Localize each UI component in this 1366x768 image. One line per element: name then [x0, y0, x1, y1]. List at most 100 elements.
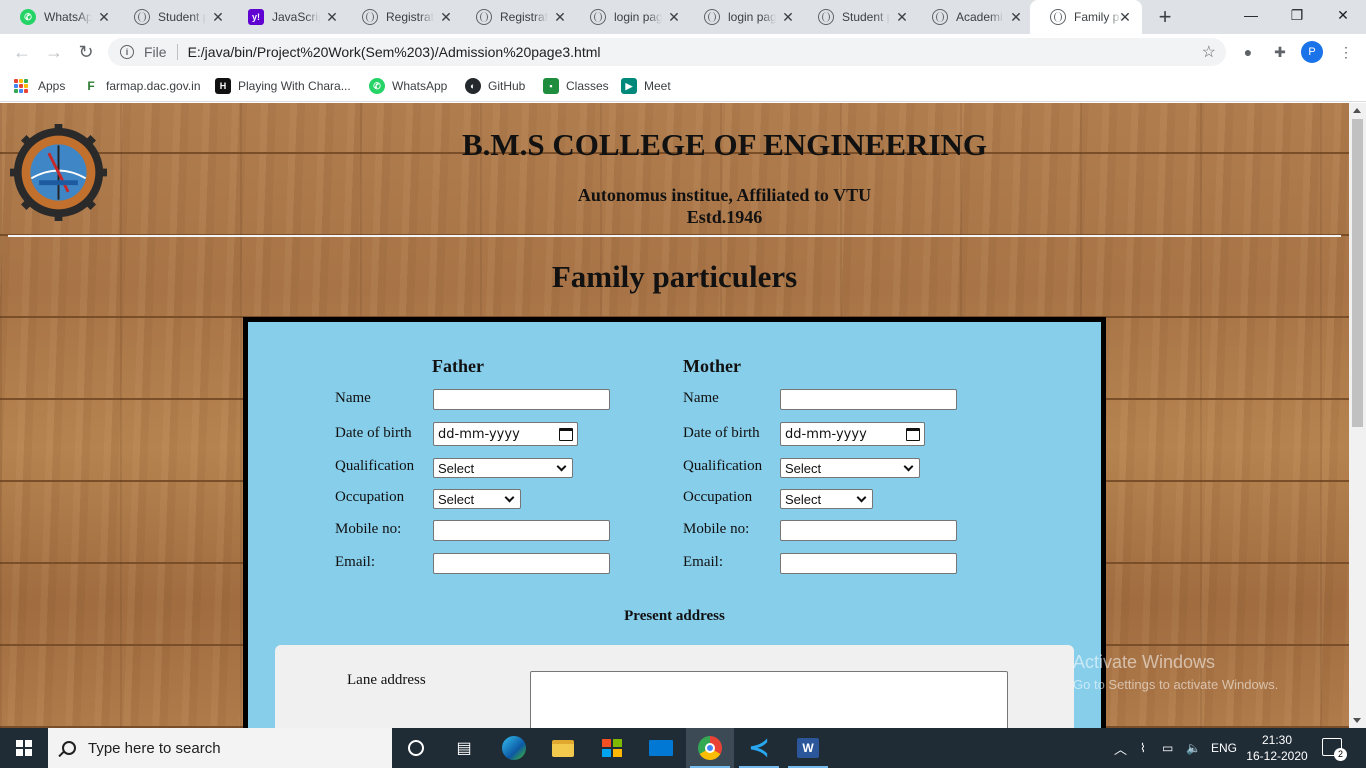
father-occupation-select[interactable]: Select — [433, 489, 521, 509]
battery-icon[interactable]: ▭ — [1162, 728, 1173, 768]
scrollbar-thumb[interactable] — [1352, 119, 1363, 427]
edge-icon — [502, 736, 526, 760]
tab-academic[interactable]: Academi ✕ — [912, 0, 1033, 34]
info-icon[interactable]: i — [120, 45, 134, 59]
close-icon[interactable]: ✕ — [325, 10, 339, 24]
cortana-button[interactable] — [392, 728, 440, 768]
whatsapp-icon: ✆ — [20, 9, 36, 25]
globe-icon — [476, 9, 492, 25]
chrome-app[interactable] — [686, 728, 734, 768]
network-icon[interactable]: ⌇ — [1140, 728, 1146, 768]
whatsapp-icon: ✆ — [369, 78, 385, 94]
close-icon[interactable]: ✕ — [553, 10, 567, 24]
calendar-icon[interactable] — [559, 427, 573, 441]
tab-whatsapp[interactable]: ✆ WhatsApp ✕ — [0, 0, 121, 34]
father-heading: Father — [432, 356, 484, 376]
bookmark-label: Playing With Chara... — [238, 79, 351, 93]
lane-address-textarea[interactable] — [530, 671, 1008, 728]
close-icon[interactable]: ✕ — [97, 10, 111, 24]
father-dob-label: Date of birth — [335, 425, 412, 441]
mother-dob-input[interactable]: dd-mm-yyyy — [780, 422, 925, 446]
bookmark-whatsapp[interactable]: ✆ WhatsApp — [369, 77, 447, 95]
vscode-app[interactable]: ≺ — [735, 728, 783, 768]
clock-time: 21:30 — [1261, 733, 1293, 747]
bookmark-hackerrank[interactable]: H Playing With Chara... — [215, 77, 351, 95]
father-mobile-input[interactable] — [433, 520, 610, 541]
forward-arrow-icon[interactable]: → — [42, 40, 66, 64]
college-tagline: Autonomus institue, Affiliated to VTU — [577, 185, 872, 205]
url-text[interactable]: E:/java/bin/Project%20Work(Sem%203)/Admi… — [188, 44, 601, 60]
reload-icon[interactable]: ↻ — [74, 40, 98, 64]
tab-student-portal-2[interactable]: Student p ✕ — [798, 0, 919, 34]
back-arrow-icon[interactable]: ← — [10, 40, 34, 64]
start-button[interactable] — [0, 728, 48, 768]
scroll-up-arrow-icon[interactable] — [1353, 108, 1361, 113]
mother-name-label: Name — [683, 390, 719, 406]
tab-login-2[interactable]: login pag ✕ — [684, 0, 805, 34]
mother-qualification-select[interactable]: Select — [780, 458, 920, 478]
close-icon[interactable]: ✕ — [667, 10, 681, 24]
tab-javascript[interactable]: y! JavaScrip ✕ — [228, 0, 349, 34]
classroom-icon: ▪ — [543, 78, 559, 94]
tab-family-particulars[interactable]: Family pa ✕ — [1030, 0, 1142, 34]
tab-student-portal[interactable]: Student p ✕ — [114, 0, 235, 34]
menu-kebab-icon[interactable]: ⋮ — [1336, 42, 1356, 62]
father-qualification-label: Qualification — [335, 458, 415, 474]
action-center-icon[interactable]: 2 — [1322, 738, 1347, 761]
profile-avatar[interactable]: P — [1301, 41, 1323, 63]
word-app[interactable]: W — [784, 728, 832, 768]
address-bar[interactable]: i File E:/java/bin/Project%20Work(Sem%20… — [108, 38, 1226, 66]
mail-app[interactable] — [637, 728, 685, 768]
mother-email-input[interactable] — [780, 553, 957, 574]
taskbar-search[interactable]: Type here to search — [48, 728, 392, 768]
college-established: Estd.1946 — [686, 207, 763, 227]
extension-circle-icon[interactable]: ● — [1238, 42, 1258, 62]
close-icon[interactable]: ✕ — [1118, 10, 1132, 24]
bookmark-apps[interactable]: Apps — [14, 77, 65, 95]
close-icon[interactable]: ✕ — [1009, 10, 1023, 24]
chrome-icon — [698, 736, 722, 760]
new-tab-button[interactable]: + — [1153, 6, 1177, 28]
tab-login-1[interactable]: login pag ✕ — [570, 0, 691, 34]
mother-qualification-label: Qualification — [683, 458, 763, 474]
close-icon[interactable]: ✕ — [439, 10, 453, 24]
close-icon[interactable]: ✕ — [781, 10, 795, 24]
mother-occupation-select[interactable]: Select — [780, 489, 873, 509]
hackerrank-icon: H — [215, 78, 231, 94]
show-hidden-icons-chevron-icon[interactable]: ︿ — [1114, 728, 1127, 768]
tab-label: login pag — [728, 10, 776, 24]
bookmark-classes[interactable]: ▪ Classes — [543, 77, 609, 95]
father-dob-input[interactable]: dd-mm-yyyy — [433, 422, 578, 446]
globe-icon — [590, 9, 606, 25]
file-explorer-app[interactable] — [539, 728, 587, 768]
calendar-icon[interactable] — [906, 427, 920, 441]
page-scrollbar[interactable] — [1349, 103, 1366, 728]
close-icon[interactable]: ✕ — [895, 10, 909, 24]
tab-label: login pag — [614, 10, 662, 24]
mother-mobile-input[interactable] — [780, 520, 957, 541]
edge-app[interactable] — [490, 728, 538, 768]
close-window-button[interactable]: ✕ — [1320, 0, 1366, 30]
father-qualification-select[interactable]: Select — [433, 458, 573, 478]
tab-registration-2[interactable]: Registrati ✕ — [456, 0, 577, 34]
tab-registration-1[interactable]: Registrati ✕ — [342, 0, 463, 34]
mother-name-input[interactable] — [780, 389, 957, 410]
volume-icon[interactable]: 🔈 — [1186, 728, 1201, 768]
task-view-button[interactable]: ▤ — [440, 728, 488, 768]
language-indicator[interactable]: ENG — [1211, 728, 1237, 768]
father-name-label: Name — [335, 390, 371, 406]
bookmark-meet[interactable]: ▶ Meet — [621, 77, 671, 95]
bookmark-star-icon[interactable]: ☆ — [1202, 42, 1216, 62]
restore-button[interactable]: ❐ — [1274, 0, 1320, 30]
close-icon[interactable]: ✕ — [211, 10, 225, 24]
scroll-down-arrow-icon[interactable] — [1353, 718, 1361, 723]
bookmark-farmap[interactable]: F farmap.dac.gov.in — [83, 77, 200, 95]
store-app[interactable] — [588, 728, 636, 768]
bookmark-github[interactable]: ◐ GitHub — [465, 77, 525, 95]
minimize-button[interactable]: — — [1228, 0, 1274, 30]
clock-date: 16-12-2020 — [1246, 749, 1308, 763]
clock[interactable]: 21:30 16-12-2020 — [1240, 732, 1314, 764]
father-name-input[interactable] — [433, 389, 610, 410]
father-email-input[interactable] — [433, 553, 610, 574]
puzzle-extensions-icon[interactable]: ✚ — [1270, 42, 1290, 62]
